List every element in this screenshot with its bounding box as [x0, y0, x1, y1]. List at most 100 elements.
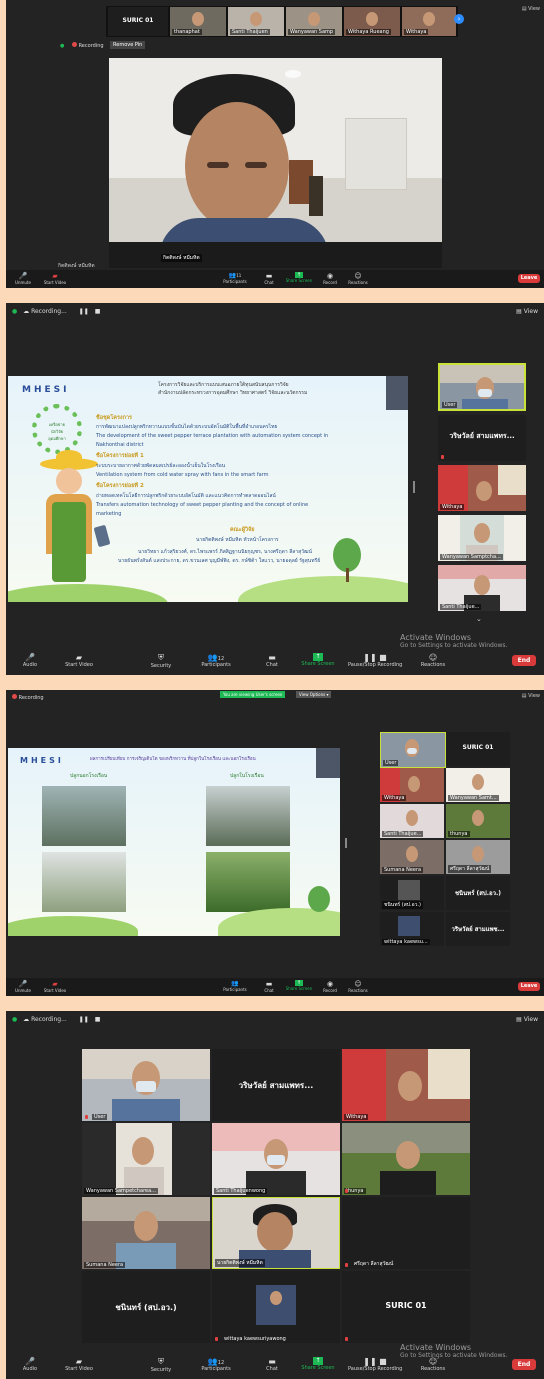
gallery-tile[interactable]: Sumana Neera — [82, 1197, 210, 1269]
mic-muted-icon — [85, 1115, 88, 1119]
thumb-video[interactable]: Wanyawan Samp — [286, 7, 342, 36]
audio-button[interactable]: 🎤 Audio — [18, 1357, 42, 1372]
slide-title: ผลการเปรียบเทียบ การเจริญเติบโต ของพริกห… — [90, 757, 256, 762]
record-button[interactable]: ◉ Record — [320, 272, 340, 285]
remove-pin-button[interactable]: Remove Pin — [110, 41, 146, 49]
view-button[interactable]: ▤ View — [516, 308, 538, 315]
gallery-tile[interactable]: ศรีฤดา ลีลาสุวัฒน์ — [342, 1197, 470, 1269]
video-off-icon: ▰ — [52, 272, 58, 280]
view-button[interactable]: ▤ View — [522, 6, 540, 12]
meeting-screenshot-4: ● ☁ Recording... ❚❚ ■ ▤ View User วริษวั… — [6, 1011, 544, 1379]
side-tile[interactable]: Santi Thaijue... — [438, 565, 526, 611]
audio-button[interactable]: 🎤 Audio — [18, 653, 42, 668]
record-icon: ◉ — [326, 272, 334, 280]
record-button[interactable]: ◉ Record — [320, 980, 340, 993]
gallery-tile[interactable]: thunya — [342, 1123, 470, 1195]
unmute-button[interactable]: 🎤 Unmute — [12, 980, 34, 993]
participants-button[interactable]: 👥12 Participants — [196, 653, 236, 668]
stop-icon[interactable]: ■ — [95, 1016, 101, 1023]
unmute-button[interactable]: 🎤 Unmute — [12, 272, 34, 285]
participants-button[interactable]: 👥12 Participants — [196, 1357, 236, 1372]
gallery-tile[interactable]: wittaya kaewsu... — [380, 912, 444, 946]
cloud-icon: ☁ — [23, 1016, 30, 1023]
reactions-button[interactable]: ☺ Reactions — [418, 653, 448, 668]
gallery-tile[interactable]: วริษวัลย์ สามแพทร... — [212, 1049, 340, 1121]
gallery-tile[interactable]: thunya — [446, 804, 510, 838]
share-screen-button[interactable]: ↑ Share Screen — [298, 653, 338, 667]
side-tile[interactable]: Withaya — [438, 465, 526, 511]
leave-button[interactable]: Leave — [518, 274, 540, 283]
gallery-tile[interactable]: User — [380, 732, 446, 768]
tile-name: Santi Thaijue... — [382, 831, 424, 837]
share-screen-button[interactable]: ↑ Share Screen — [284, 980, 314, 991]
start-video-button[interactable]: ▰ Start Video — [42, 980, 68, 993]
start-video-button[interactable]: ▰ Start Video — [42, 272, 68, 285]
tile-name: User — [92, 1114, 108, 1120]
gallery-tile[interactable]: Wanyawan Samt... — [446, 768, 510, 802]
participants-button[interactable]: 👥11 Participants — [220, 272, 250, 284]
slide-divider-handle[interactable] — [413, 481, 415, 493]
pause-icon[interactable]: ❚❚ — [79, 308, 89, 315]
leave-button[interactable]: Leave — [518, 982, 540, 991]
gallery-tile[interactable]: SURIC 01 — [446, 732, 510, 766]
next-thumbs-button[interactable]: › — [454, 14, 464, 24]
pause-stop-recording-button[interactable]: ❚❚ ■ Pause/Stop Recording — [348, 653, 402, 668]
gallery-tile[interactable]: User — [82, 1049, 210, 1121]
thumb-video[interactable]: Withaya — [402, 7, 456, 36]
gallery-tile[interactable]: Santi Thaijue... — [380, 804, 444, 838]
gallery-tile[interactable]: ชนินทร์ (สป.อว.) — [446, 876, 510, 910]
shield-icon: ⛨ — [158, 1357, 164, 1366]
tile-name: Withaya — [440, 504, 465, 510]
mic-muted-icon: 🎤 — [25, 1357, 35, 1366]
gallery-tile[interactable]: Wanyawan Sampetcharea... — [82, 1123, 210, 1195]
side-tile[interactable]: User — [438, 363, 526, 411]
reactions-button[interactable]: ☺ Reactions — [346, 980, 370, 993]
chat-button[interactable]: ▬ Chat — [260, 272, 278, 285]
pause-icon[interactable]: ❚❚ — [79, 1016, 89, 1023]
security-button[interactable]: ⛨ Security — [146, 653, 176, 669]
pause-stop-icon: ❚❚ ■ — [363, 1357, 387, 1366]
reactions-button[interactable]: ☺ Reactions — [346, 272, 370, 285]
chat-button[interactable]: ▬ Chat — [262, 1357, 282, 1372]
view-options-button[interactable]: View Options ▾ — [296, 691, 332, 698]
end-button[interactable]: End — [512, 655, 536, 666]
gallery-tile[interactable]: Withaya — [342, 1049, 470, 1121]
gallery-tile[interactable]: Sumana Neera — [380, 840, 444, 874]
tile-name: นายกิตติพงษ์ หมีมหิต — [215, 1259, 265, 1267]
start-video-button[interactable]: ▰ Start Video — [62, 1357, 96, 1372]
stop-icon[interactable]: ■ — [95, 308, 101, 315]
side-tile[interactable]: Wanyawan Samptcha... — [438, 515, 526, 561]
security-button[interactable]: ⛨ Security — [146, 1357, 176, 1373]
gallery-tile[interactable]: นายกิตติพงษ์ หมีมหิต — [212, 1197, 340, 1269]
gallery-tile[interactable]: Santi Thaijuenwong — [212, 1123, 340, 1195]
thumb-video[interactable]: Santi Thaijuen — [228, 7, 284, 36]
gallery-tile[interactable]: SURIC 01 — [342, 1271, 470, 1343]
scroll-down-icon[interactable]: ⌄ — [476, 615, 482, 623]
gallery-tile[interactable]: ชนินทร์ (สป.อว.) — [380, 876, 444, 910]
participants-button[interactable]: 👥 Participants — [220, 980, 250, 992]
share-screen-button[interactable]: ↑ Share Screen — [284, 272, 314, 283]
share-screen-button[interactable]: ↑ Share Screen — [298, 1357, 338, 1371]
gallery-tile[interactable]: วริษวัลย์ สามแพช... — [446, 912, 510, 946]
shared-slide: MHESI โครงการวิจัยและบริการแบบเสนอภายใต้… — [8, 376, 408, 602]
recording-label: Recording... — [31, 308, 67, 315]
gallery-tile[interactable]: Withaya — [380, 768, 444, 802]
thumb-video[interactable]: thanaphat — [170, 7, 226, 36]
inside-greenhouse-photo-2 — [206, 852, 290, 912]
chat-button[interactable]: ▬ Chat — [262, 653, 282, 668]
start-video-button[interactable]: ▰ Start Video — [62, 653, 96, 668]
slide-divider-handle[interactable] — [345, 838, 347, 848]
reactions-button[interactable]: ☺ Reactions — [418, 1357, 448, 1372]
side-tile[interactable]: วริษวัลย์ สามแพทร... — [438, 415, 526, 461]
gallery-tile[interactable]: ศรีฤดา ลีลาสุวัฒน์ — [446, 840, 510, 874]
chat-button[interactable]: ▬ Chat — [260, 980, 278, 993]
view-button[interactable]: ▤ View — [516, 1016, 538, 1023]
end-button[interactable]: End — [512, 1359, 536, 1370]
reactions-icon: ☺ — [428, 653, 438, 662]
gallery-tile[interactable]: wittaya kaewsuriyawong — [212, 1271, 340, 1343]
gallery-tile[interactable]: ชนินทร์ (สป.อว.) — [82, 1271, 210, 1343]
view-button[interactable]: ▤ View — [522, 693, 540, 699]
thumb-video[interactable]: Withaya Rueang — [344, 7, 400, 36]
pause-stop-recording-button[interactable]: ❚❚ ■ Pause/Stop Recording — [348, 1357, 402, 1372]
thumb-suric[interactable]: SURIC 01 — [108, 7, 168, 36]
